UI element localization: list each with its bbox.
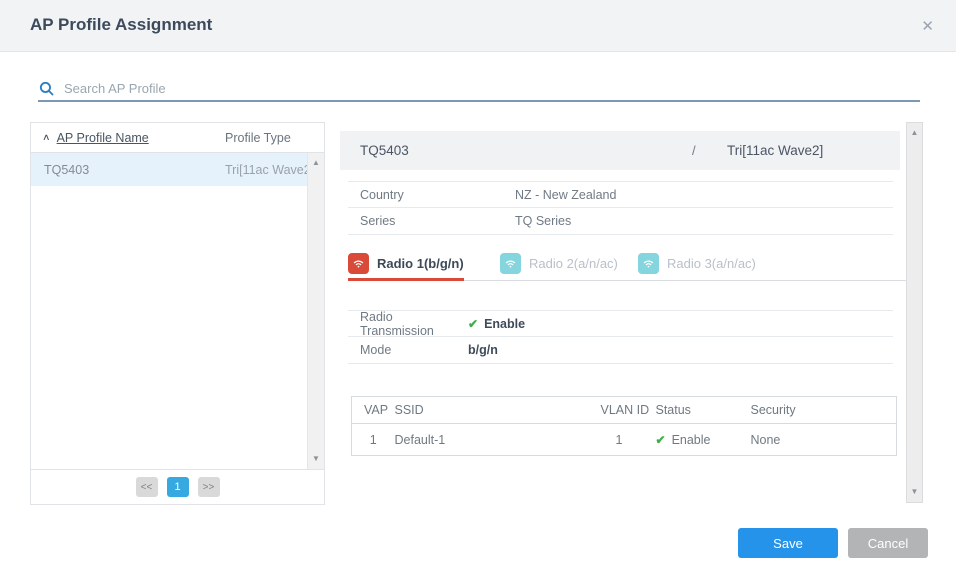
profile-list-panel: ∧ AP Profile Name Profile Type TQ5403 Tr… [30,122,325,505]
tab-radio-1-label: Radio 1(b/g/n) [377,256,464,271]
vap-table-header-row: VAP SSID VLAN ID Status Security [352,397,897,424]
list-scrollbar[interactable]: ▲ ▼ [307,153,324,469]
profile-name: TQ5403 [44,163,89,177]
search-icon [38,80,55,97]
tab-radio-3[interactable]: Radio 3(a/n/ac) [638,249,756,278]
detail-info-rows: Country NZ - New Zealand Series TQ Serie… [348,181,893,235]
tab-radio-3-label: Radio 3(a/n/ac) [667,256,756,271]
detail-header: TQ5403 / Tri[11ac Wave2] [340,131,900,170]
mode-value: b/g/n [468,343,498,357]
check-icon: ✔ [468,317,478,331]
radio-transmission-value: Enable [484,317,525,331]
security-value: None [751,424,897,456]
radio-transmission-label: Radio Transmission [360,310,468,338]
pagination-next-button[interactable]: >> [198,477,220,497]
search-bar [38,76,920,102]
series-label: Series [360,214,515,228]
close-icon[interactable]: ✕ [921,17,934,35]
vap-table: VAP SSID VLAN ID Status Security 1 Defau… [351,396,897,456]
series-value: TQ Series [515,214,571,228]
radio-tabs: Radio 1(b/g/n) Radio 2(a/n/ac) [348,245,908,281]
detail-profile-name: TQ5403 [360,143,409,158]
vlan-id-column-header: VLAN ID [601,397,656,424]
column-header-ap-profile-name[interactable]: AP Profile Name [57,131,149,145]
check-icon: ✔ [656,433,666,447]
security-column-header: Security [751,397,897,424]
tab-radio-1[interactable]: Radio 1(b/g/n) [348,249,464,278]
country-label: Country [360,188,515,202]
status-value-cell: ✔ Enable [656,424,751,456]
tab-radio-2-label: Radio 2(a/n/ac) [529,256,618,271]
tab-radio-2[interactable]: Radio 2(a/n/ac) [500,249,618,278]
ssid-value: Default-1 [395,424,601,456]
scroll-down-icon[interactable]: ▼ [907,488,922,496]
scroll-up-icon[interactable]: ▲ [308,159,324,167]
series-row: Series TQ Series [348,208,893,235]
vap-value: 1 [352,424,395,456]
dialog-titlebar: AP Profile Assignment ✕ [0,0,956,52]
radio-detail-rows: Radio Transmission ✔ Enable Mode b/g/n [348,310,893,364]
cancel-button[interactable]: Cancel [848,528,928,558]
search-input[interactable] [64,81,920,96]
ssid-column-header: SSID [395,397,601,424]
ap-profile-assignment-dialog: AP Profile Assignment ✕ ∧ AP Profile Nam… [0,0,956,578]
profile-row-tq5403[interactable]: TQ5403 Tri[11ac Wave2] [31,153,324,186]
country-row: Country NZ - New Zealand [348,181,893,208]
profile-detail-panel: TQ5403 / Tri[11ac Wave2] Country NZ - Ne… [340,122,906,505]
scroll-down-icon[interactable]: ▼ [308,455,324,463]
detail-header-separator: / [692,143,696,158]
country-value: NZ - New Zealand [515,188,616,202]
radio-transmission-row: Radio Transmission ✔ Enable [348,310,893,337]
vlan-id-value: 1 [601,424,656,456]
wifi-icon [638,253,659,274]
mode-row: Mode b/g/n [348,337,893,364]
vap-column-header: VAP [352,397,395,424]
profile-list-header: ∧ AP Profile Name Profile Type [31,123,324,153]
pagination: << 1 >> [31,469,324,504]
detail-profile-type: Tri[11ac Wave2] [727,143,823,158]
profile-list-body: TQ5403 Tri[11ac Wave2] ▲ ▼ [31,153,324,469]
status-column-header: Status [656,397,751,424]
save-button[interactable]: Save [738,528,838,558]
vap-table-row: 1 Default-1 1 ✔ Enable None [352,424,897,456]
sort-ascending-icon: ∧ [42,132,51,143]
pagination-page-1-button[interactable]: 1 [167,477,189,497]
wifi-icon [348,253,369,274]
mode-label: Mode [360,343,468,357]
dialog-title: AP Profile Assignment [30,15,212,35]
profile-type: Tri[11ac Wave2] [225,163,314,177]
status-value: Enable [672,433,711,447]
column-header-profile-type: Profile Type [225,131,291,145]
wifi-icon [500,253,521,274]
detail-scrollbar[interactable]: ▲ ▼ [906,122,923,503]
pagination-prev-button[interactable]: << [136,477,158,497]
scroll-up-icon[interactable]: ▲ [907,129,922,137]
